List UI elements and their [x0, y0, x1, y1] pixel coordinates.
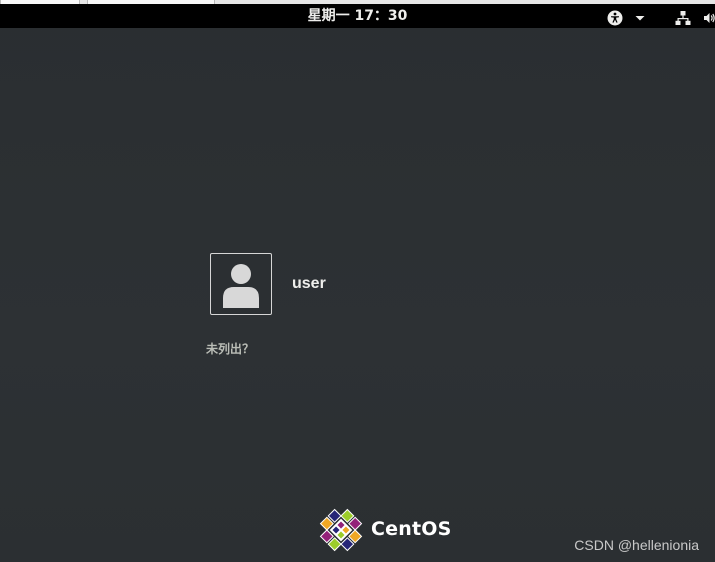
login-screen: 星期一 17：30 user 未列出？ CentOS CSDN @helleni… — [0, 0, 715, 562]
user-avatar-icon[interactable] — [210, 253, 272, 315]
volume-icon[interactable] — [703, 10, 715, 26]
centos-branding: CentOS — [319, 508, 459, 552]
not-listed-link[interactable]: 未列出？ — [206, 340, 254, 357]
user-name-label[interactable]: user — [292, 275, 326, 293]
centos-brand-name: CentOS — [371, 518, 452, 540]
network-icon[interactable] — [675, 10, 691, 26]
accessibility-icon[interactable] — [607, 10, 623, 26]
top-bar: 星期一 17：30 — [0, 4, 715, 28]
dropdown-arrow-icon[interactable] — [635, 10, 645, 26]
watermark: CSDN @hellenionia — [574, 537, 699, 553]
centos-logo-icon — [319, 508, 363, 552]
